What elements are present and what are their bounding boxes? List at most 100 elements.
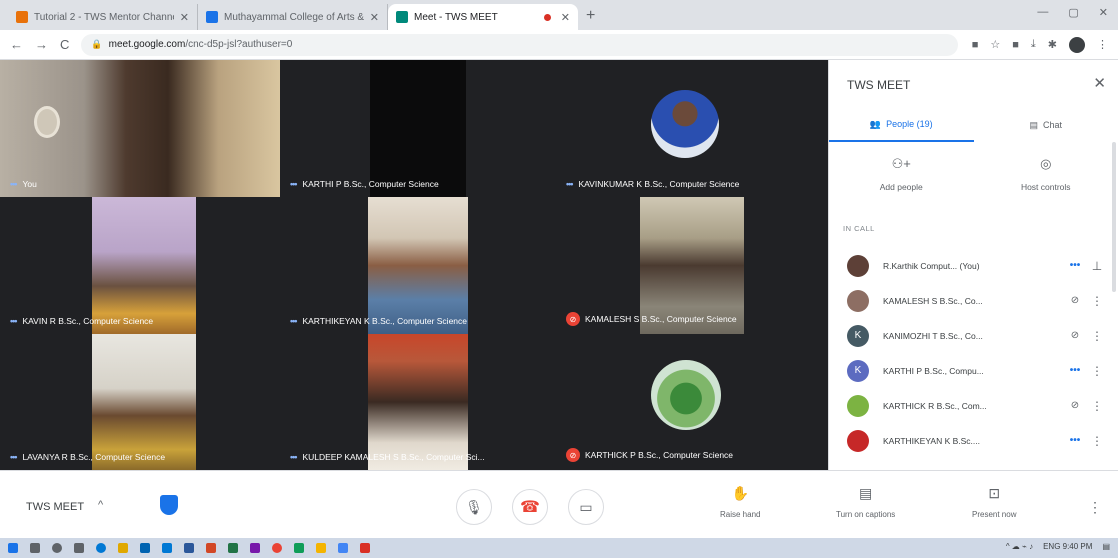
more-options-icon[interactable]: ⋮ [1088,434,1106,448]
reload-icon[interactable]: C [60,37,69,52]
maximize-icon[interactable]: ▢ [1068,6,1078,19]
video-feed [368,334,468,470]
participant-tile[interactable]: ⊘ KAMALESH S B.Sc., Computer Science [556,197,828,334]
list-item[interactable]: KARTHIKEYAN K B.Sc.... ••• ⋮ [829,423,1118,458]
notification-icon[interactable]: ▤ [1102,542,1110,551]
participant-name: ••• You [10,179,37,189]
profile-avatar[interactable] [1069,36,1085,53]
more-options-icon[interactable]: ⋮ [1088,399,1106,413]
task-view-icon[interactable] [74,543,84,553]
os-taskbar: ^ ☁ ⌁ ♪ ENG 9:40 PM ▤ [0,538,1118,558]
app-icon[interactable] [228,543,238,553]
present-now-button[interactable]: ⊡ Present now [972,485,1016,519]
meet-favicon [396,11,408,23]
participant-tile[interactable]: ••• KARTHI P B.Sc., Computer Science [280,60,556,197]
participant-tile[interactable]: ••• You [0,60,280,197]
app-icon[interactable] [316,543,326,553]
new-tab-button[interactable]: + [586,7,595,25]
app-icon[interactable] [360,543,370,553]
camera-indicator-icon[interactable]: ■ [972,39,979,51]
in-call-heading: IN CALL [843,224,875,233]
microphone-button[interactable]: 🎙 [456,489,492,525]
present-label: Present now [972,510,1017,519]
list-item[interactable]: R.Karthik Comput... (You) ••• ⊥ [829,248,1118,283]
participant-list-name: KANIMOZHI T B.Sc., Co... [883,330,983,341]
download-icon[interactable]: ⤓ [1031,38,1036,51]
url-path: /cnc-d5p-jsl?authuser=0 [185,39,293,50]
cortana-icon[interactable] [52,543,62,553]
windows-start-icon[interactable] [8,543,18,553]
participant-name: ••• KARTHI P B.Sc., Computer Science [290,179,439,189]
captions-icon: ▤ [859,485,873,501]
mail-icon[interactable] [162,543,172,553]
app-icon[interactable] [338,543,348,553]
participant-tile[interactable]: ••• KULDEEP KAMALESH S B.Sc., Computer Sc… [280,334,556,470]
tab-people-label: People (19) [886,119,933,129]
participant-tile[interactable]: ••• LAVANYA R B.Sc., Computer Science [0,334,280,470]
close-window-icon[interactable]: ✕ [1099,6,1108,19]
minimize-icon[interactable]: — [1037,6,1048,19]
app-icon[interactable] [184,543,194,553]
list-item[interactable]: K KARTHI P B.Sc., Compu... ••• ⋮ [829,353,1118,388]
more-options-icon[interactable]: ⋮ [1088,364,1106,378]
star-icon[interactable]: ☆ [990,38,1000,51]
search-icon[interactable] [30,543,40,553]
participant-name: ••• LAVANYA R B.Sc., Computer Science [10,452,166,462]
chevron-up-icon[interactable]: ^ [98,499,103,511]
host-controls-button[interactable]: ◎ Host controls [974,156,1118,192]
participant-tile[interactable]: ••• KAVINKUMAR K B.Sc., Computer Science [556,60,828,197]
close-tab-icon[interactable]: ✕ [370,11,379,24]
app-icon[interactable] [294,543,304,553]
back-icon[interactable]: ← [10,37,23,52]
puzzle-icon[interactable]: ✱ [1048,38,1057,51]
close-tab-icon[interactable]: ✕ [561,11,570,24]
participant-list-name: KAMALESH S B.Sc., Co... [883,295,983,306]
more-options-icon[interactable]: ⋮ [1088,499,1102,516]
list-item[interactable]: KARTHICK R B.Sc., Com... ⊘ ⋮ [829,388,1118,423]
tab-people[interactable]: 👥 People (19) [829,108,974,142]
tab-favicon [206,11,218,23]
more-options-icon[interactable]: ⋮ [1088,294,1106,308]
raise-hand-button[interactable]: ✋ Raise hand [720,485,760,519]
tab-chat[interactable]: ▤ Chat [974,108,1118,142]
participant-tile[interactable]: ⊘ KARTHICK P B.Sc., Computer Science [556,334,828,470]
app-icon[interactable] [206,543,216,553]
tray-clock: ENG 9:40 PM [1043,542,1093,551]
camera-button[interactable]: ▭ [568,489,604,525]
pin-icon[interactable]: ⊥ [1088,259,1106,273]
more-options-icon[interactable]: ⋮ [1088,329,1106,343]
captions-label: Turn on captions [836,510,896,519]
participant-tile[interactable]: ••• KAVIN R B.Sc., Computer Science [0,197,280,334]
list-item[interactable]: K KANIMOZHI T B.Sc., Co... ⊘ ⋮ [829,318,1118,353]
add-people-button[interactable]: ⚇+ Add people [829,156,974,192]
menu-kebab-icon[interactable]: ⋮ [1097,38,1108,51]
tab-title: Meet - TWS MEET [414,11,498,23]
participant-list-name: KARTHI P B.Sc., Compu... [883,365,984,376]
extension-icon[interactable]: ■ [1012,39,1019,51]
url-input[interactable]: 🔒 meet.google.com /cnc-d5p-jsl?authuser=… [81,33,958,56]
browser-tab[interactable]: Tutorial 2 - TWS Mentor Channel ✕ [8,4,198,30]
leave-call-button[interactable]: ☎ [512,489,548,525]
chrome-icon[interactable] [272,543,282,553]
shield-icon[interactable] [160,495,178,515]
captions-button[interactable]: ▤ Turn on captions [836,485,895,519]
browser-tab-active[interactable]: Meet - TWS MEET ✕ [388,4,578,30]
forward-icon[interactable]: → [35,37,48,52]
recording-dot-icon [543,13,551,21]
participant-tile[interactable]: ••• KARTHIKEYAN K B.Sc., Computer Science [280,197,556,334]
close-tab-icon[interactable]: ✕ [180,11,189,24]
browser-tab[interactable]: Muthayammal College of Arts & Sc ✕ [198,4,388,30]
tab-title: Muthayammal College of Arts & Sc [224,11,364,23]
participant-list-name: KARTHICK R B.Sc., Com... [883,400,987,411]
panel-scrollbar[interactable] [1112,142,1116,292]
file-explorer-icon[interactable] [118,543,128,553]
system-tray[interactable]: ^ ☁ ⌁ ♪ ENG 9:40 PM ▤ [1006,542,1110,551]
close-icon[interactable]: ✕ [1093,74,1106,92]
edge-icon[interactable] [96,543,106,553]
hang-up-icon: ☎ [520,499,540,516]
app-icon[interactable] [250,543,260,553]
speaking-indicator-icon: ••• [290,179,298,189]
url-host: meet.google.com [108,39,186,50]
list-item[interactable]: KAMALESH S B.Sc., Co... ⊘ ⋮ [829,283,1118,318]
store-icon[interactable] [140,543,150,553]
